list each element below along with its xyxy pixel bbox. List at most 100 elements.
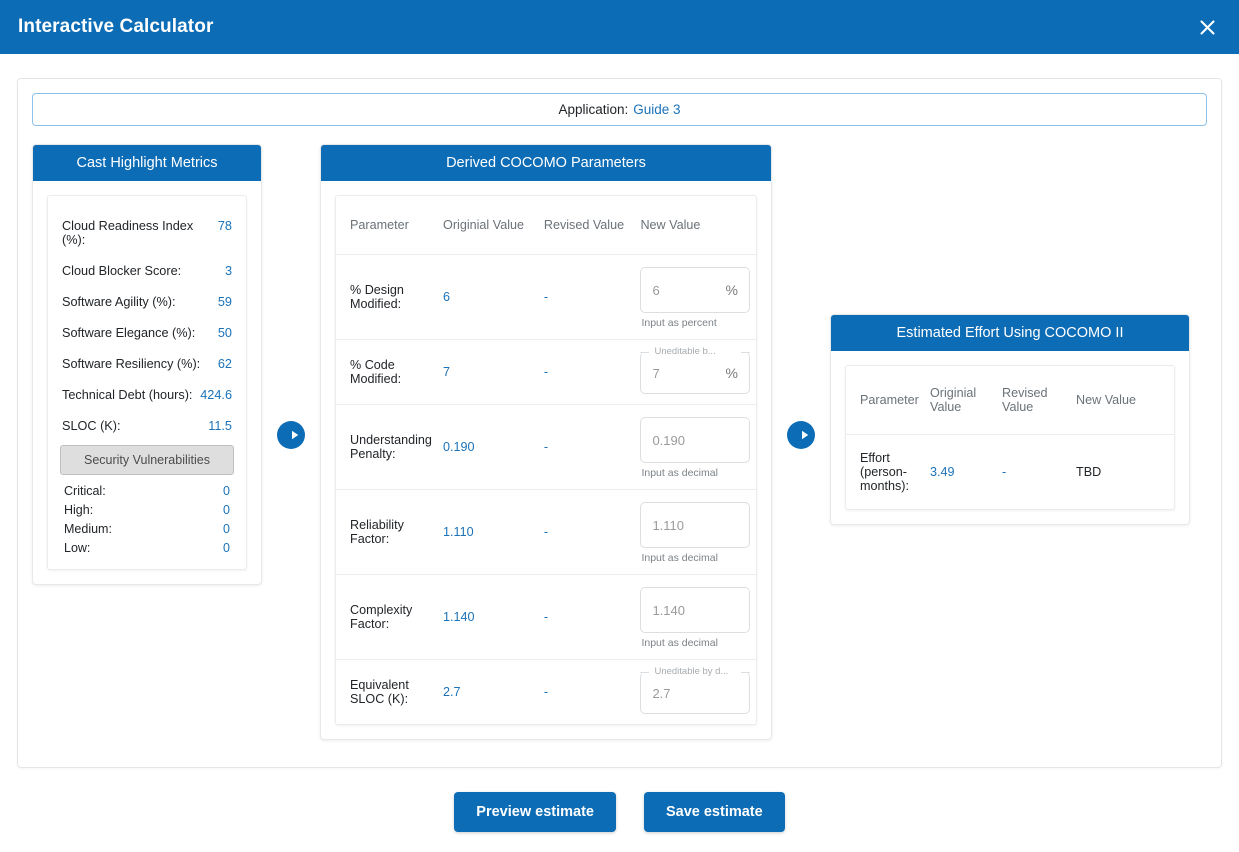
input-float-label: Uneditable b... — [651, 346, 719, 358]
severity-value: 0 — [223, 502, 230, 517]
derived-cocomo-parameters-title: Derived COCOMO Parameters — [321, 145, 771, 181]
column-header-revised-value: Revised Value — [1002, 386, 1048, 414]
parameters-table-card: Parameter Originial Value Revised Value … — [335, 195, 757, 725]
arrow-cell-right — [772, 144, 830, 450]
metric-row: Technical Debt (hours): 424.6 — [60, 379, 234, 410]
row-original-value: 2.7 — [443, 659, 544, 724]
row-parameter-label: Equivalent SLOC (K): — [336, 659, 444, 724]
column-header-revised-value: Revised Value — [543, 218, 625, 232]
row-original-value: 7 — [443, 339, 544, 405]
row-original-value: 3.49 — [930, 434, 1002, 509]
row-new-value-cell: 1.110 Input as decimal — [640, 489, 756, 575]
input-hint: Input as percent — [641, 317, 717, 329]
table-row: Effort (person-months): 3.49 - TBD — [846, 434, 1174, 509]
row-parameter-label: Effort (person-months): — [846, 434, 930, 509]
row-parameter-label: % Design Modified: — [336, 254, 444, 340]
percent-suffix: % — [725, 282, 738, 298]
row-revised-value: - — [543, 254, 641, 340]
close-icon[interactable] — [1193, 13, 1221, 41]
row-revised-value: - — [543, 574, 641, 660]
metric-row: Cloud Readiness Index (%): 78 — [60, 210, 234, 255]
estimated-effort-title: Estimated Effort Using COCOMO II — [831, 315, 1189, 351]
table-header-row: Parameter Originial Value Revised Value … — [336, 196, 756, 255]
metric-label: SLOC (K): — [62, 418, 121, 433]
metric-row: Cloud Blocker Score: 3 — [60, 255, 234, 286]
severity-value: 0 — [223, 483, 230, 498]
design-modified-input[interactable]: 6 % — [640, 267, 750, 313]
severity-row-medium: Medium: 0 — [60, 519, 234, 538]
severity-row-high: High: 0 — [60, 500, 234, 519]
column-header-new-value: New Value — [1076, 393, 1136, 407]
cast-highlight-metrics-title: Cast Highlight Metrics — [33, 145, 261, 181]
percent-suffix: % — [725, 365, 738, 381]
understanding-penalty-input[interactable]: 0.190 — [640, 417, 750, 463]
row-new-value-cell: 0.190 Input as decimal — [640, 404, 756, 490]
row-revised-value: - — [543, 659, 641, 724]
input-hint: Input as decimal — [641, 552, 718, 564]
input-value: 6 — [652, 282, 660, 298]
window-titlebar: Interactive Calculator — [0, 0, 1239, 54]
metric-label: Software Elegance (%): — [62, 325, 196, 340]
row-revised-value: - — [543, 404, 641, 490]
column-header-new-value: New Value — [640, 218, 701, 232]
severity-row-low: Low: 0 — [60, 538, 234, 557]
derived-cocomo-parameters-column: Derived COCOMO Parameters Parameter Orig… — [320, 144, 772, 740]
row-new-value-cell: 1.140 Input as decimal — [640, 574, 756, 660]
table-row: % Code Modified: 7 - Uneditable b... 7 % — [336, 339, 756, 405]
arrow-cell-left — [262, 144, 320, 450]
metric-row: SLOC (K): 11.5 — [60, 410, 234, 441]
severity-row-critical: Critical: 0 — [60, 481, 234, 500]
cast-highlight-metrics-column: Cast Highlight Metrics Cloud Readiness I… — [32, 144, 262, 585]
table-row: Understanding Penalty: 0.190 - 0.190 Inp… — [336, 404, 756, 490]
column-header-parameter: Parameter — [350, 218, 409, 232]
input-hint: Input as decimal — [641, 467, 718, 479]
cast-highlight-metrics-panel: Cast Highlight Metrics Cloud Readiness I… — [32, 144, 262, 585]
metric-label: Cloud Blocker Score: — [62, 263, 182, 278]
metrics-card: Cloud Readiness Index (%): 78 Cloud Bloc… — [47, 195, 247, 570]
row-parameter-label: % Code Modified: — [336, 339, 444, 405]
estimated-effort-panel: Estimated Effort Using COCOMO II Paramet… — [830, 314, 1190, 525]
metric-label: Technical Debt (hours): — [62, 387, 193, 402]
arrow-right-circle-icon[interactable] — [786, 420, 816, 450]
severity-label: Critical: — [64, 483, 106, 498]
code-modified-input: Uneditable b... 7 % — [640, 346, 750, 394]
metric-label: Software Resiliency (%): — [62, 356, 201, 371]
row-original-value: 6 — [443, 254, 544, 340]
row-new-value-cell: Uneditable b... 7 % — [640, 339, 756, 405]
input-value: 0.190 — [652, 432, 685, 448]
reliability-factor-input[interactable]: 1.110 — [640, 502, 750, 548]
effort-table: Parameter Originial Value Revised Value … — [846, 366, 1174, 509]
metric-value: 78 — [217, 218, 232, 233]
metric-value: 50 — [217, 325, 232, 340]
metric-label: Cloud Readiness Index (%): — [62, 218, 194, 247]
calculator-card: Application: Guide 3 Cast Highlight Metr… — [17, 78, 1222, 768]
row-new-value: TBD — [1076, 434, 1174, 509]
estimated-effort-column: Estimated Effort Using COCOMO II Paramet… — [830, 144, 1190, 525]
metric-row: Software Resiliency (%): 62 — [60, 348, 234, 379]
preview-estimate-button[interactable]: Preview estimate — [454, 792, 616, 832]
table-row: Complexity Factor: 1.140 - 1.140 Input a… — [336, 574, 756, 660]
input-float-label: Uneditable by d... — [651, 666, 732, 678]
input-value: 2.7 — [652, 685, 671, 701]
metric-value: 3 — [224, 263, 232, 278]
equivalent-sloc-input: Uneditable by d... 2.7 — [640, 666, 750, 714]
row-new-value-cell: Uneditable by d... 2.7 — [640, 659, 756, 724]
table-row: Reliability Factor: 1.110 - 1.110 Input … — [336, 489, 756, 575]
row-new-value-cell: 6 % Input as percent — [640, 254, 756, 340]
metric-value: 62 — [217, 356, 232, 371]
row-revised-value: - — [543, 339, 641, 405]
footer-actions: Preview estimate Save estimate — [17, 792, 1222, 832]
row-parameter-label: Complexity Factor: — [336, 574, 444, 660]
application-name[interactable]: Guide 3 — [633, 102, 680, 117]
save-estimate-button[interactable]: Save estimate — [643, 792, 785, 832]
metric-value: 59 — [217, 294, 232, 309]
derived-cocomo-parameters-panel: Derived COCOMO Parameters Parameter Orig… — [320, 144, 772, 740]
column-header-original-value: Originial Value — [443, 218, 524, 232]
complexity-factor-input[interactable]: 1.140 — [640, 587, 750, 633]
security-vulnerabilities-button[interactable]: Security Vulnerabilities — [60, 445, 234, 475]
application-bar[interactable]: Application: Guide 3 — [32, 93, 1207, 126]
metric-label: Software Agility (%): — [62, 294, 176, 309]
arrow-right-circle-icon[interactable] — [276, 420, 306, 450]
severity-value: 0 — [223, 540, 230, 555]
metric-value: 424.6 — [200, 387, 232, 402]
